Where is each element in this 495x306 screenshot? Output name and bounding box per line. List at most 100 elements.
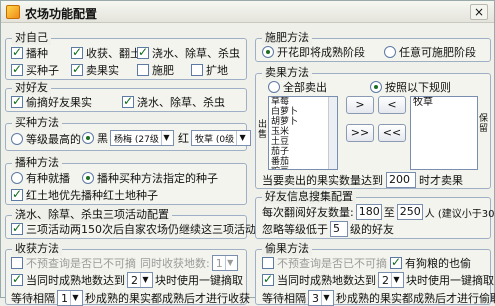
steal-friends-checkbox[interactable]: 偷摘好友果实: [11, 94, 92, 110]
sow-any-radio[interactable]: 有种就播: [11, 170, 70, 186]
red-land-priority-checkbox[interactable]: 红土地优先播种红土地种子: [11, 187, 158, 203]
checkbox-icon: [11, 62, 23, 76]
steal-ripe-count-select[interactable]: 2 ▼: [378, 272, 404, 288]
checkbox-icon: [11, 94, 23, 108]
sell-rule-radio[interactable]: 按照以下规则: [370, 79, 451, 95]
sell-side-label: 出售: [258, 120, 268, 140]
steal-wait-select[interactable]: 3 ▼: [308, 290, 334, 306]
steal-group: 偷果方法 不预查询是否已不可摘 有狗粮的也偷 当同时成熟地数达到 2▼ 块时使用…: [255, 242, 495, 306]
move-all-right-button[interactable]: >>: [346, 124, 374, 142]
list-item[interactable]: 茄子: [269, 147, 337, 157]
checkbox-icon: [71, 45, 83, 59]
sow-group: 播种方法 有种就播 播种买种方法指定的种子 红土地优先播种红土地种子: [5, 156, 247, 205]
steal-group-title: 偷果方法: [262, 242, 312, 256]
buy-specified-radio[interactable]: 黑 杨梅 (27级 ▼ 红 牧草 (0级 ▼: [82, 130, 253, 146]
steal-with-dog-food-checkbox[interactable]: 有狗粮的也偷: [390, 255, 471, 271]
move-right-button[interactable]: >: [346, 96, 374, 114]
list-item[interactable]: 白萝卜: [269, 107, 337, 117]
harvest-count-select[interactable]: 1 ▼: [211, 255, 238, 271]
buy-highest-radio[interactable]: 等级最高的: [11, 131, 81, 147]
checkbox-icon: [11, 257, 23, 269]
fertilize-bloom-radio[interactable]: 开花即将成熟阶段: [262, 44, 365, 60]
friends-group: 对好友 偷摘好友果实 浇水、除草、杀虫: [5, 81, 247, 112]
move-all-left-button[interactable]: <<: [378, 124, 406, 142]
keep-side-label: 保留: [479, 114, 489, 134]
steal-no-precheck-checkbox[interactable]: 不预查询是否已不可摘: [262, 255, 387, 271]
harvest-group-title: 收获方法: [12, 242, 62, 256]
sell-threshold-row: 当要卖出的果实数量达到 200 时才卖果: [262, 172, 463, 188]
list-item[interactable]: 牧草: [411, 97, 477, 109]
self-sell-checkbox[interactable]: 卖果实: [71, 62, 119, 78]
buy-group: 买种方法 等级最高的 黑 杨梅 (27级 ▼ 红 牧草 (0级 ▼: [5, 116, 251, 151]
list-item[interactable]: 草莓: [269, 97, 337, 107]
harvest-ripe-count-select[interactable]: 2 ▼: [127, 272, 153, 288]
list-item[interactable]: 豌豆: [269, 167, 337, 169]
title-bar: 农场功能配置 ×: [1, 1, 494, 23]
radio-icon: [370, 81, 382, 93]
keep-list[interactable]: 牧草: [410, 96, 478, 170]
list-item[interactable]: 玉米: [269, 127, 337, 137]
radio-icon: [384, 46, 396, 58]
water-group: 浇水、除草、杀虫三项活动配置 三项活动两150次后自家农场仍继续这三项活动: [5, 208, 256, 239]
self-fertilize-checkbox[interactable]: 施肥: [137, 62, 174, 78]
close-button[interactable]: ×: [470, 4, 488, 20]
checkbox-icon: [191, 64, 203, 76]
radio-icon: [82, 132, 94, 144]
checkbox-icon: [137, 64, 149, 76]
self-harvest-checkbox[interactable]: 收获、翻土: [71, 45, 141, 61]
sell-list-scrollbar[interactable]: [328, 97, 337, 169]
friend-min-input[interactable]: 180: [355, 204, 382, 220]
sell-threshold-input[interactable]: 200: [386, 172, 416, 188]
red-seed-select[interactable]: 牧草 (0级 ▼: [191, 130, 251, 146]
chevron-down-icon: ▼: [70, 291, 80, 305]
buy-group-title: 买种方法: [12, 116, 62, 130]
chevron-down-icon: ▼: [140, 273, 150, 287]
checkbox-icon: [11, 272, 23, 286]
list-item[interactable]: 番茄: [269, 157, 337, 167]
list-item[interactable]: 胡萝卜: [269, 117, 337, 127]
checkbox-icon: [390, 255, 402, 269]
friend-info-group: 好友信息搜集配置 每次翻阅好友数量: 180 至 250 人 (建议小于300)…: [255, 190, 495, 239]
self-sow-checkbox[interactable]: 播种: [11, 45, 48, 61]
move-left-button[interactable]: <: [378, 96, 406, 114]
checkbox-icon: [11, 187, 23, 201]
steal-one-click-checkbox[interactable]: 当同时成熟地数达到 2▼ 块时使用一键摘取: [262, 272, 494, 288]
friend-max-input[interactable]: 250: [396, 204, 423, 220]
friends-group-title: 对好友: [12, 81, 51, 95]
harvest-wait-row: 等待相隔 1 ▼ 秒成熟的果实都成熟后才进行收获: [11, 290, 250, 306]
checkbox-icon: [262, 272, 274, 286]
self-water-checkbox[interactable]: 浇水、除草、杀虫: [137, 45, 240, 61]
friend-range-row: 每次翻阅好友数量: 180 至 250 人 (建议小于300): [262, 204, 495, 220]
sell-list[interactable]: 草莓 白萝卜 胡萝卜 玉米 土豆 茄子 番茄 豌豆 辣椒 南瓜: [268, 96, 338, 170]
sell-all-radio[interactable]: 全部卖出: [268, 79, 327, 95]
harvest-wait-select[interactable]: 1 ▼: [57, 290, 83, 306]
radio-icon: [268, 81, 280, 93]
self-expand-checkbox[interactable]: 扩地: [191, 62, 228, 78]
harvest-group: 收获方法 不预查询是否已不可摘 同时收获地数: 1▼ 当同时成熟地数达到 2▼ …: [5, 242, 250, 306]
checkbox-icon: [11, 45, 23, 59]
harvest-no-precheck-checkbox[interactable]: 不预查询是否已不可摘 同时收获地数: 1 ▼: [11, 255, 240, 271]
chevron-down-icon: ▼: [236, 131, 248, 145]
farm-config-window: 农场功能配置 × 对自己 播种 收获、翻土 浇水、除草、杀虫 买种子 卖果实 施…: [0, 0, 495, 306]
self-group: 对自己 播种 收获、翻土 浇水、除草、杀虫 买种子 卖果实 施肥 扩地: [5, 31, 247, 80]
harvest-one-click-checkbox[interactable]: 当同时成熟地数达到 2▼ 块时使用一键摘取: [11, 272, 243, 288]
ignore-level-input[interactable]: 5: [330, 221, 348, 237]
window-title: 农场功能配置: [25, 7, 98, 21]
water-group-title: 浇水、除草、杀虫三项活动配置: [12, 208, 172, 222]
checkbox-icon: [137, 45, 149, 59]
fertilize-any-radio[interactable]: 任意可施肥阶段: [384, 44, 476, 60]
friends-water-checkbox[interactable]: 浇水、除草、杀虫: [122, 94, 225, 110]
list-item[interactable]: 土豆: [269, 137, 337, 147]
continue-activities-checkbox[interactable]: 三项活动两150次后自家农场仍继续这三项活动: [11, 221, 256, 237]
radio-icon: [82, 172, 94, 184]
black-seed-select[interactable]: 杨梅 (27级 ▼: [110, 130, 174, 146]
chevron-down-icon: ▼: [160, 131, 171, 145]
radio-icon: [262, 46, 274, 58]
chevron-down-icon: ▼: [224, 256, 235, 270]
sow-group-title: 播种方法: [12, 156, 62, 170]
self-buy-seeds-checkbox[interactable]: 买种子: [11, 62, 59, 78]
self-group-title: 对自己: [12, 31, 51, 45]
checkbox-icon: [11, 221, 23, 235]
sow-specified-radio[interactable]: 播种买种方法指定的种子: [82, 170, 218, 186]
fertilize-group-title: 施肥方法: [262, 31, 312, 45]
